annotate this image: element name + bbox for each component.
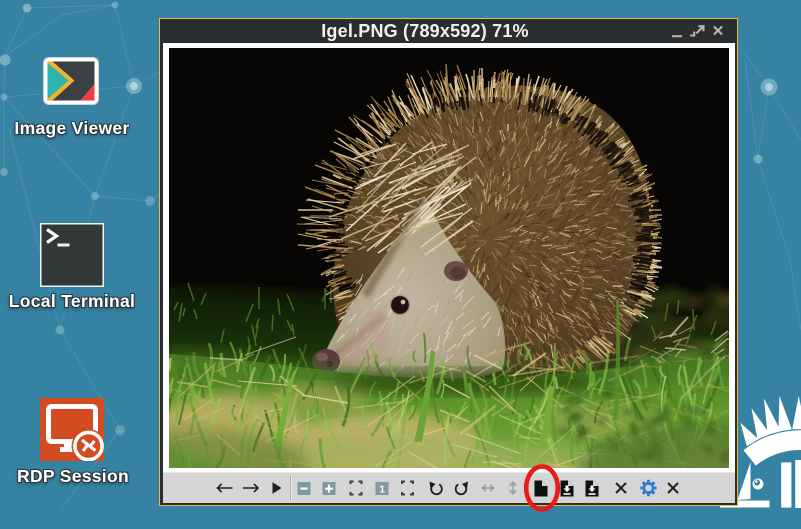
svg-text:1: 1 [379,483,385,495]
